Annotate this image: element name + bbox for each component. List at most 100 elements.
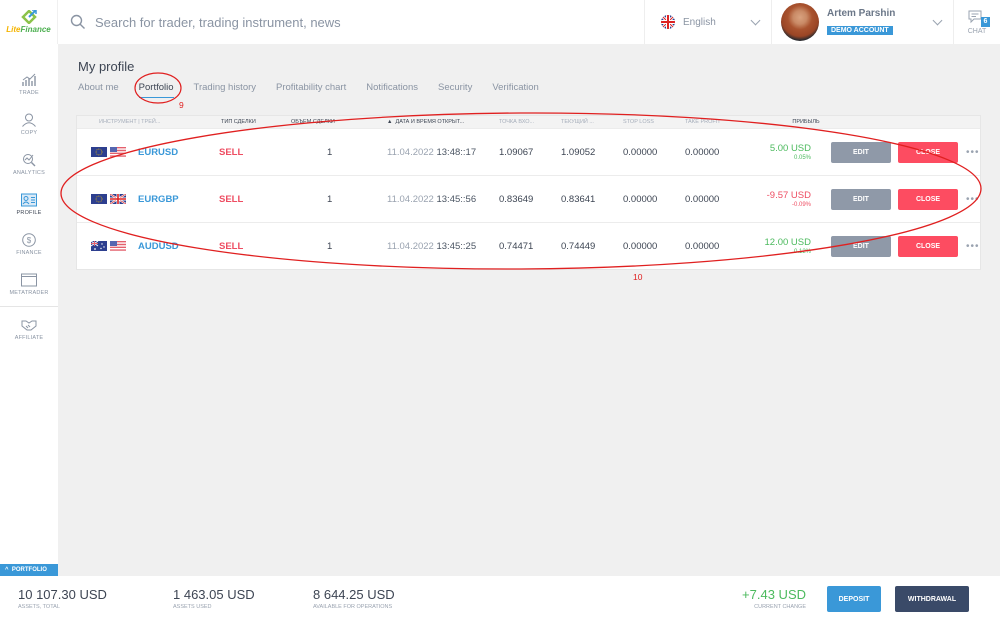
portfolio-toggle[interactable]: ^ PORTFOLIO [0, 564, 58, 576]
current-price: 0.74449 [561, 240, 596, 252]
column-header-open-time-label: ДАТА И ВРЕМЯ ОТКРЫТ... [395, 119, 465, 125]
chat-button[interactable]: 6 CHAT [954, 0, 1000, 44]
profit-percent: -0.09% [791, 202, 811, 208]
table-row[interactable]: AUDUSD SELL 1 11.04.2022 13:45::25 0.74471 0.… [77, 222, 980, 269]
trade-volume: 1 [327, 193, 333, 205]
trade-type: SELL [219, 240, 244, 252]
tab-security[interactable]: Security [438, 82, 472, 98]
row-actions: EDIT CLOSE ••• [811, 188, 980, 210]
instrument-link[interactable]: AUDUSD [138, 241, 179, 252]
user-name: Artem Parshin [827, 7, 896, 19]
gb-flag-icon [110, 194, 126, 204]
more-options-icon[interactable]: ••• [966, 241, 980, 252]
tab-about-me[interactable]: About me [78, 82, 119, 98]
stop-loss: 0.00000 [623, 240, 658, 252]
column-header-type[interactable]: ТИП СДЕЛКИ [207, 119, 287, 125]
eu-flag-icon [91, 147, 107, 157]
uk-flag-icon [661, 15, 675, 29]
assets-total: 10 107.30 USD ASSETS, TOTAL [18, 587, 107, 610]
close-position-button[interactable]: CLOSE [898, 188, 958, 210]
chevron-up-icon: ^ [5, 567, 9, 573]
user-icon [22, 113, 36, 127]
svg-text:$: $ [27, 236, 32, 245]
table-header: ИНСТРУМЕНТ | ТРЕЙ... ТИП СДЕЛКИ ОБЪЕМ СД… [77, 116, 980, 128]
column-header-instrument[interactable]: ИНСТРУМЕНТ | ТРЕЙ... [77, 119, 207, 125]
sidebar: TRADE COPY ANALYTICS PROFILE $ FINANCE M… [0, 44, 58, 564]
open-time: 13:48::17 [436, 146, 477, 158]
column-header-volume[interactable]: ОБЪЕМ СДЕЛКИ [287, 119, 387, 125]
sidebar-item-metatrader[interactable]: METATRADER [0, 264, 58, 304]
more-options-icon[interactable]: ••• [966, 147, 980, 158]
column-header-take-profit[interactable]: TAKE PROFIT [685, 119, 751, 125]
analytics-icon [23, 153, 36, 166]
table-row[interactable]: EURGBP SELL 1 11.04.2022 13:45::56 0.83649 0.… [77, 175, 980, 222]
open-datetime: 11.04.2022 13:45::56 [387, 194, 499, 205]
withdrawal-button[interactable]: WITHDRAWAL [895, 586, 969, 612]
column-header-open-time[interactable]: ▲ ДАТА И ВРЕМЯ ОТКРЫТ... [387, 119, 499, 125]
take-profit: 0.00000 [685, 146, 720, 158]
trade-type: SELL [219, 146, 244, 158]
language-label: English [683, 16, 716, 28]
sidebar-item-copy[interactable]: COPY [0, 104, 58, 144]
open-date: 11.04.2022 [387, 240, 434, 252]
sidebar-item-affiliate[interactable]: AFFILIATE [0, 309, 58, 349]
annotation-label-10: 10 [633, 272, 643, 282]
current-price: 1.09052 [561, 146, 596, 158]
instrument-cell: EURUSD [77, 147, 207, 158]
sidebar-item-trade[interactable]: TRADE [0, 64, 58, 104]
user-menu[interactable]: Artem Parshin DEMO ACCOUNT [772, 0, 954, 44]
logo-text-lite: Lite [6, 25, 21, 34]
open-datetime: 11.04.2022 13:48::17 [387, 147, 499, 158]
logo[interactable]: LiteFinance [0, 0, 58, 44]
tab-verification[interactable]: Verification [492, 82, 538, 98]
deposit-button[interactable]: DEPOSIT [827, 586, 881, 612]
available-funds: 8 644.25 USD AVAILABLE FOR OPERATIONS [313, 587, 395, 610]
account-type-badge: DEMO ACCOUNT [827, 25, 893, 35]
chevron-down-icon [750, 15, 761, 26]
open-time: 13:45::56 [436, 193, 477, 205]
close-position-button[interactable]: CLOSE [898, 141, 958, 163]
current-change-label: CURRENT CHANGE [754, 604, 806, 610]
stop-loss: 0.00000 [623, 146, 658, 158]
trade-type: SELL [219, 193, 244, 205]
more-options-icon[interactable]: ••• [966, 194, 980, 205]
profit-value: -9.57 USD [766, 190, 811, 201]
sidebar-label: COPY [20, 129, 38, 136]
sidebar-item-finance[interactable]: $ FINANCE [0, 224, 58, 264]
instrument-link[interactable]: EURGBP [138, 194, 179, 205]
column-header-stop-loss[interactable]: STOP LOSS [623, 119, 685, 125]
profile-tabs: About me Portfolio Trading history Profi… [78, 82, 559, 98]
column-header-entry[interactable]: ТОЧКА ВХО... [499, 119, 561, 125]
column-header-current[interactable]: ТЕКУЩИЙ ... [561, 119, 623, 125]
instrument-link[interactable]: EURUSD [138, 147, 178, 158]
tab-portfolio[interactable]: Portfolio [138, 82, 174, 98]
edit-button[interactable]: EDIT [831, 235, 891, 257]
logo-text: LiteFinance [6, 25, 50, 34]
page-title: My profile [78, 59, 135, 74]
table-row[interactable]: EURUSD SELL 1 11.04.2022 13:48::17 1.09067 1.… [77, 128, 980, 175]
available-funds-label: AVAILABLE FOR OPERATIONS [313, 604, 393, 610]
assets-used-value: 1 463.05 USD [173, 587, 255, 602]
profit-percent: 0.12% [793, 249, 811, 255]
tab-profitability-chart[interactable]: Profitability chart [276, 82, 346, 98]
sidebar-label: METATRADER [9, 289, 49, 296]
edit-button[interactable]: EDIT [831, 141, 891, 163]
chat-icon: 6 [968, 10, 990, 27]
close-position-button[interactable]: CLOSE [898, 235, 958, 257]
column-header-profit[interactable]: ПРИБЫЛЬ [751, 119, 841, 125]
tab-notifications[interactable]: Notifications [366, 82, 418, 98]
avatar [781, 3, 819, 41]
sidebar-item-profile[interactable]: PROFILE [0, 184, 58, 224]
search-bar [58, 0, 644, 44]
chat-count-badge: 6 [981, 16, 990, 27]
current-change-value: +7.43 USD [742, 587, 806, 602]
search-input[interactable] [95, 14, 615, 30]
stop-loss: 0.00000 [623, 193, 658, 205]
sidebar-label: TRADE [19, 89, 39, 96]
us-flag-icon [110, 147, 126, 157]
open-time: 13:45::25 [436, 240, 477, 252]
edit-button[interactable]: EDIT [831, 188, 891, 210]
sidebar-item-analytics[interactable]: ANALYTICS [0, 144, 58, 184]
language-selector[interactable]: English [644, 0, 772, 44]
tab-trading-history[interactable]: Trading history [194, 82, 256, 98]
